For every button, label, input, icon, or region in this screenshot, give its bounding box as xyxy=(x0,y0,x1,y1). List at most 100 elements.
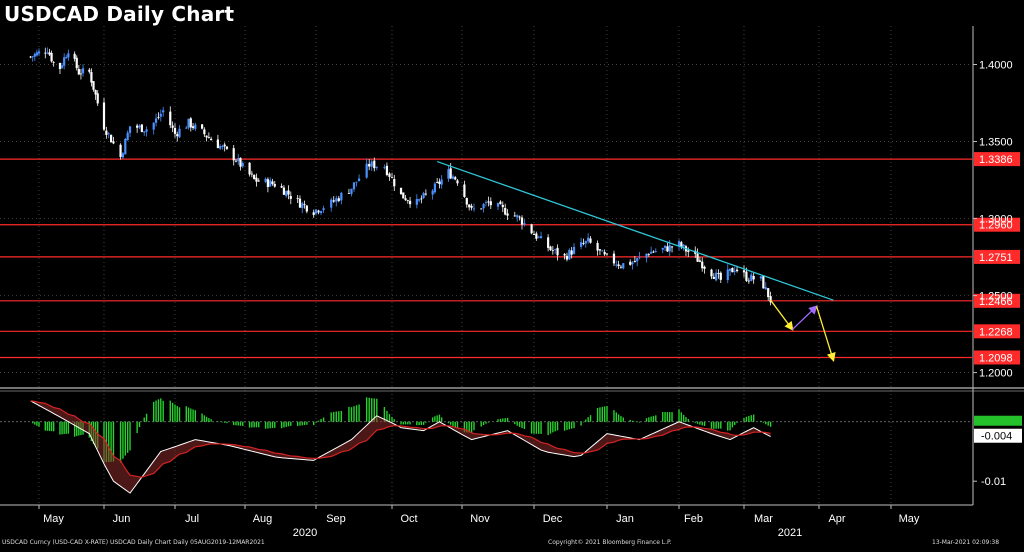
candle-body xyxy=(319,211,323,214)
candle-body xyxy=(499,201,502,205)
candle-body xyxy=(579,242,583,247)
candle-body xyxy=(92,81,95,90)
candle-body xyxy=(563,253,566,256)
y-tick-label: 1.3500 xyxy=(979,137,1013,149)
candle-body xyxy=(638,256,641,258)
candle-body xyxy=(433,183,437,193)
candle-body xyxy=(219,146,222,149)
candle-body xyxy=(350,188,353,195)
level-label: 1.2268 xyxy=(979,326,1013,338)
candle-body xyxy=(733,270,736,272)
candle-body xyxy=(128,126,132,133)
candle-body xyxy=(31,56,34,58)
candle-body xyxy=(584,241,587,244)
candle-body xyxy=(568,249,571,260)
candle-body xyxy=(551,250,554,252)
candle-body xyxy=(465,197,468,205)
candle-body xyxy=(81,68,85,74)
x-month-label: Aug xyxy=(253,513,273,525)
x-month-label: Oct xyxy=(400,513,417,525)
candle-body xyxy=(717,273,720,274)
candle-body xyxy=(762,276,765,289)
candle-body xyxy=(731,267,734,273)
candle-body xyxy=(73,53,76,59)
footer-copyright: Copyright© 2021 Bloomberg Finance L.P. xyxy=(548,539,672,546)
candle-body xyxy=(719,272,722,280)
candle-body xyxy=(303,204,306,206)
candle-body xyxy=(221,145,224,147)
candle-body xyxy=(622,263,625,269)
candle-body xyxy=(668,245,671,252)
candle-body xyxy=(223,144,226,147)
candle-body xyxy=(572,246,576,254)
candle-body xyxy=(767,288,770,298)
candle-body xyxy=(728,268,732,271)
candle-body xyxy=(383,167,386,169)
candle-body xyxy=(484,202,488,204)
candle-body xyxy=(703,266,706,269)
candle-body xyxy=(347,193,351,194)
candle-body xyxy=(696,253,699,262)
candle-body xyxy=(520,217,524,225)
candle-body xyxy=(33,54,36,57)
candle-body xyxy=(399,187,403,195)
candle-body xyxy=(650,251,653,254)
candle-body xyxy=(58,62,62,69)
candle-body xyxy=(449,168,452,179)
candle-body xyxy=(506,213,509,216)
candle-body xyxy=(96,93,99,104)
candle-body xyxy=(631,262,634,265)
candle-body xyxy=(110,134,113,143)
candle-body xyxy=(189,118,192,128)
candle-body xyxy=(29,56,32,58)
candle-body xyxy=(352,182,356,190)
candle-body xyxy=(60,65,64,68)
x-month-label: Apr xyxy=(828,513,845,525)
candle-body xyxy=(406,200,409,202)
candle-body xyxy=(603,251,606,255)
candle-body xyxy=(487,201,490,203)
candle-body xyxy=(619,266,623,268)
candle-body xyxy=(489,201,492,206)
candle-body xyxy=(759,276,763,279)
candle-body xyxy=(447,169,450,179)
x-month-label: Feb xyxy=(684,513,703,525)
candle-body xyxy=(535,233,538,239)
x-year-label: 2021 xyxy=(778,527,802,539)
x-year-label: 2020 xyxy=(293,527,317,539)
candle-body xyxy=(143,131,146,133)
candle-body xyxy=(75,57,78,69)
candle-body xyxy=(273,184,276,187)
candle-body xyxy=(373,160,376,169)
x-month-label: May xyxy=(899,513,920,525)
footer-timestamp: 13-Mar-2021 02:09:38 xyxy=(932,539,1000,546)
candle-body xyxy=(298,198,302,208)
candle-body xyxy=(50,52,53,62)
candle-body xyxy=(191,126,195,128)
candle-body xyxy=(37,51,41,54)
x-month-label: Jan xyxy=(616,513,634,525)
candle-body xyxy=(335,198,338,202)
candle-body xyxy=(126,132,129,141)
candle-body xyxy=(296,198,299,199)
y-tick-label: 1.2000 xyxy=(979,368,1013,380)
level-label: 1.2098 xyxy=(979,352,1013,364)
candle-body xyxy=(216,139,220,149)
candle-body xyxy=(225,146,229,149)
candle-body xyxy=(470,205,473,208)
candle-body xyxy=(77,68,80,75)
candle-body xyxy=(48,52,51,55)
candle-body xyxy=(402,192,405,199)
candle-body xyxy=(404,198,407,201)
candle-body xyxy=(375,166,378,168)
candle-body xyxy=(532,234,536,235)
candle-body xyxy=(554,249,557,250)
candle-body xyxy=(317,210,320,213)
x-month-label: May xyxy=(43,513,64,525)
candle-body xyxy=(368,163,371,167)
y-tick-label: 1.3000 xyxy=(979,214,1013,226)
candle-body xyxy=(501,204,504,208)
candle-body xyxy=(710,269,713,277)
candle-body xyxy=(390,177,394,179)
candle-body xyxy=(454,177,457,180)
